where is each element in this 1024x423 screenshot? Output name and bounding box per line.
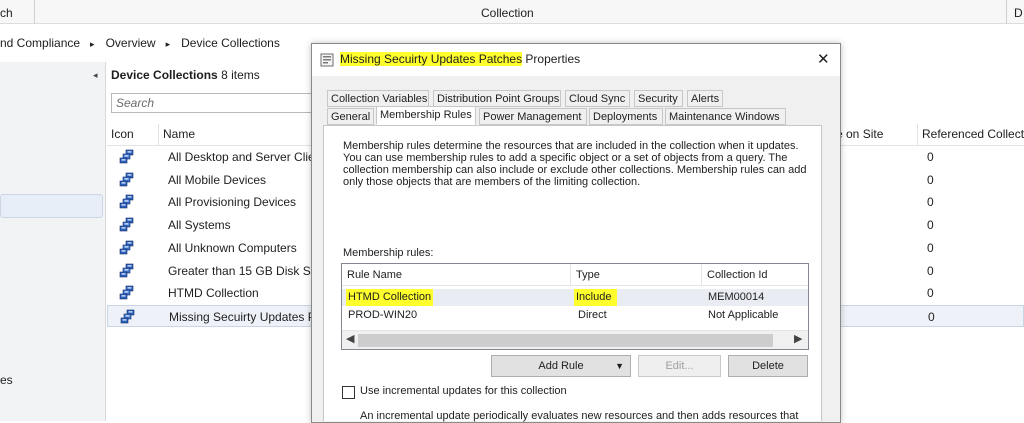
device-collection-icon (120, 309, 136, 325)
delete-button[interactable]: Delete (728, 355, 808, 377)
device-collection-icon (119, 194, 135, 210)
referenced-collections-value: 0 (927, 195, 934, 210)
scroll-right-icon[interactable]: ▶ (794, 332, 802, 345)
dropdown-arrow-icon: ▼ (615, 361, 624, 371)
rule-name: HTMD Collection (346, 289, 434, 306)
nav-label-fragment: es (0, 373, 13, 387)
tab-power-management[interactable]: Power Management (479, 108, 587, 125)
rule-row[interactable]: PROD-WIN20 Direct Not Applicable (342, 307, 808, 324)
collection-name: Missing Secuirty Updates P (169, 309, 316, 324)
column-header-referenced-collections[interactable]: Referenced Collect (918, 124, 1024, 146)
list-title: Device Collections 8 items (111, 68, 260, 82)
top-strip-divider (34, 0, 35, 24)
list-title-text: Device Collections (111, 68, 218, 82)
collection-name: All Provisioning Devices (168, 195, 297, 210)
tab-maintenance-windows[interactable]: Maintenance Windows (665, 108, 786, 125)
breadcrumb-item[interactable]: Device Collections (181, 32, 280, 54)
top-strip-right-fragment: D (1014, 6, 1023, 20)
device-collection-icon (119, 172, 135, 188)
referenced-collections-value: 0 (927, 263, 934, 278)
referenced-collections-value: 0 (928, 309, 935, 324)
add-rule-button[interactable]: Add Rule ▼ (491, 355, 631, 377)
membership-rules-grid[interactable]: Rule Name Type Collection Id HTMD Collec… (341, 263, 809, 350)
top-strip-divider (1006, 0, 1007, 24)
properties-icon (320, 53, 334, 67)
collection-name: Greater than 15 GB Disk Sp (168, 263, 318, 278)
list-item-count: 8 items (221, 68, 260, 82)
tab-cloud-sync[interactable]: Cloud Sync (565, 90, 630, 107)
rule-collection-id: Not Applicable (708, 309, 779, 321)
rule-type: Direct (578, 309, 607, 321)
rule-type: Include (574, 289, 618, 306)
dialog-title-collection-name: Missing Secuirty Updates Patches (340, 52, 523, 66)
column-header-icon[interactable]: Icon (107, 124, 159, 146)
referenced-collections-value: 0 (927, 172, 934, 187)
scrollbar-thumb[interactable] (358, 334, 773, 347)
collection-name: All Unknown Computers (168, 240, 297, 255)
horizontal-scrollbar[interactable]: ◀ ▶ (342, 330, 808, 349)
breadcrumb-item[interactable]: Overview (106, 32, 156, 54)
navigation-pane (0, 62, 106, 421)
tab-collection-variables[interactable]: Collection Variables (327, 90, 429, 107)
tab-alerts[interactable]: Alerts (687, 90, 723, 107)
rule-row[interactable]: HTMD Collection Include MEM00014 (342, 289, 808, 306)
device-collection-icon (119, 285, 135, 301)
breadcrumb: nd Compliance ▸ Overview ▸ Device Collection… (0, 32, 280, 54)
device-collection-icon (119, 149, 135, 165)
referenced-collections-value: 0 (927, 286, 934, 301)
device-collection-icon (119, 263, 135, 279)
top-strip-left-fragment: ch (0, 6, 13, 20)
top-column-strip: ch Collection D (0, 0, 1024, 24)
tab-deployments[interactable]: Deployments (589, 108, 663, 125)
scroll-left-icon[interactable]: ◀ (346, 332, 354, 345)
referenced-collections-value: 0 (927, 240, 934, 255)
nav-item-selected[interactable] (0, 194, 103, 218)
collection-name: All Mobile Devices (168, 172, 267, 187)
tab-security[interactable]: Security (634, 90, 683, 107)
close-icon[interactable]: ✕ (817, 50, 830, 68)
dialog-title-suffix: Properties (522, 52, 581, 66)
dialog-titlebar[interactable]: Missing Secuirty Updates Patches Propert… (312, 44, 840, 76)
tab-distribution-point-groups[interactable]: Distribution Point Groups (433, 90, 561, 107)
referenced-collections-value: 0 (927, 150, 934, 164)
dialog-title: Missing Secuirty Updates Patches Propert… (340, 52, 580, 66)
incremental-updates-label: Use incremental updates for this collect… (360, 385, 567, 397)
search-input[interactable] (112, 94, 320, 112)
rule-name: PROD-WIN20 (348, 309, 418, 321)
incremental-updates-note: An incremental update periodically evalu… (360, 410, 799, 422)
add-rule-label: Add Rule (538, 360, 584, 372)
edit-button[interactable]: Edit... (638, 355, 721, 377)
collection-name: All Systems (168, 218, 231, 233)
collection-name: All Desktop and Server Clie (168, 150, 315, 164)
membership-rules-description: Membership rules determine the resources… (343, 140, 807, 188)
grid-header-collection-id[interactable]: Collection Id (702, 264, 808, 286)
column-header-member-on-site[interactable]: e on Site (832, 124, 918, 146)
column-header-name[interactable]: Name (159, 124, 312, 146)
grid-header-type[interactable]: Type (571, 264, 702, 286)
search-box[interactable] (111, 93, 321, 113)
membership-rules-label: Membership rules: (343, 247, 434, 259)
incremental-updates-checkbox[interactable] (342, 386, 355, 399)
tab-membership-rules[interactable]: Membership Rules (376, 106, 476, 125)
top-strip-collection-header[interactable]: Collection (481, 0, 534, 24)
referenced-collections-value: 0 (927, 218, 934, 233)
device-collection-icon (119, 240, 135, 256)
grid-header-rule-name[interactable]: Rule Name (342, 264, 571, 286)
collapse-chevron-icon[interactable]: ◂ (93, 70, 98, 81)
collection-name: HTMD Collection (168, 286, 259, 301)
tab-general[interactable]: General (327, 108, 374, 125)
device-collection-icon (119, 217, 135, 233)
breadcrumb-separator-icon: ▸ (90, 39, 95, 49)
rule-collection-id: MEM00014 (708, 291, 765, 303)
breadcrumb-separator-icon: ▸ (165, 39, 171, 49)
breadcrumb-item[interactable]: nd Compliance (0, 32, 80, 54)
